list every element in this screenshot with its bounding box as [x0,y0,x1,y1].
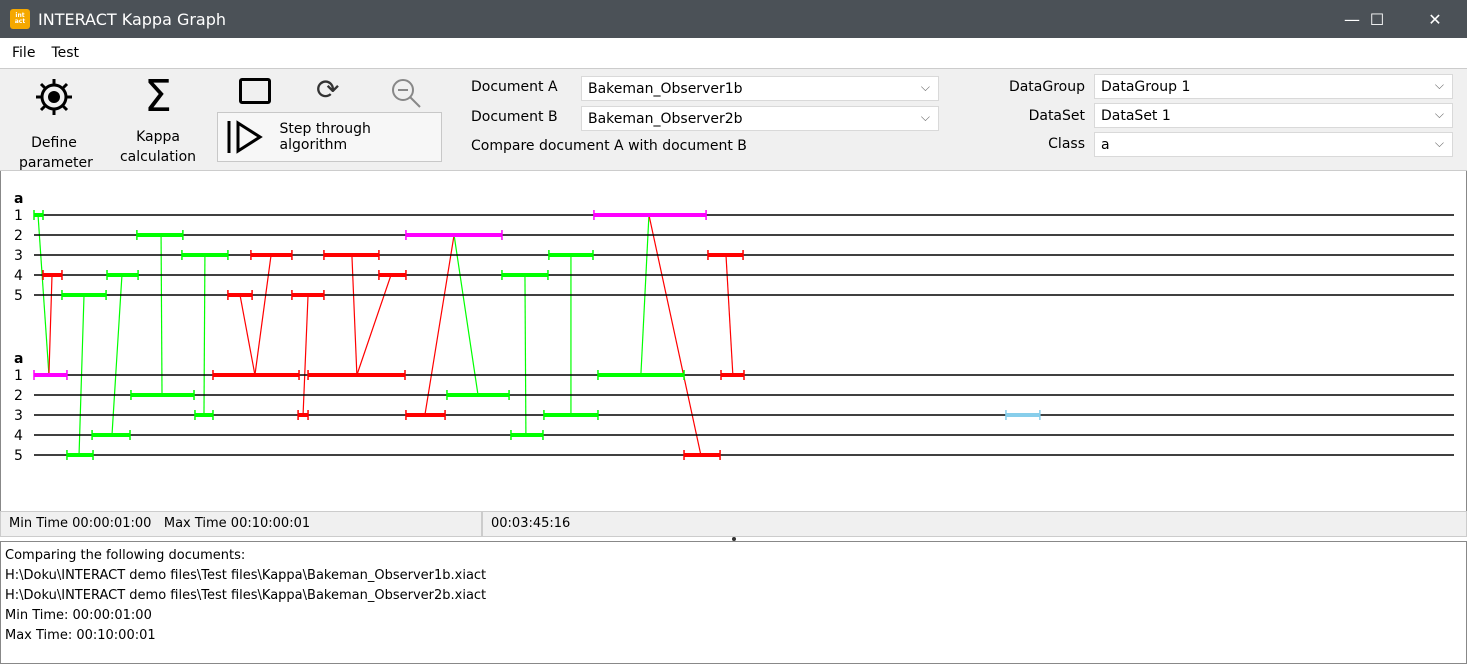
chevron-down-icon: ⌵ [920,80,930,94]
dataset-value: DataSet 1 [1101,107,1171,124]
chevron-down-icon: ⌵ [1434,107,1444,121]
match-link [254,254,272,376]
datagroup-select[interactable]: DataGroup 1 ⌵ [1094,74,1453,99]
zoom-out-icon[interactable] [390,77,422,109]
define-parameter-button[interactable]: Define parameter [12,75,96,173]
row-label: 1 [14,368,23,384]
define-parameter-label: Define parameter [19,135,93,171]
document-a-value: Bakeman_Observer1b [588,80,743,97]
match-link [424,234,455,416]
row-label: 4 [14,428,23,444]
log-line: Comparing the following documents: [5,548,246,563]
row-label: 4 [14,268,23,284]
match-link [725,254,734,376]
app-logo-icon: int act [10,9,30,29]
dataset-select[interactable]: DataSet 1 ⌵ [1094,103,1453,128]
title-bar: int act INTERACT Kappa Graph — ☐ ✕ [0,0,1467,38]
step-through-algorithm-button[interactable]: Step through algorithm [217,112,442,162]
log-line: Min Time: 00:00:01:00 [5,608,152,623]
chevron-down-icon: ⌵ [920,110,930,124]
match-link [203,254,206,416]
match-link [648,214,702,456]
compare-text: Compare document A with document B [471,138,747,154]
row-label: 2 [14,228,23,244]
menu-bar: File Test [0,38,1467,68]
match-link [111,274,123,436]
class-value: a [1101,136,1110,153]
match-link [356,274,392,376]
document-b-select[interactable]: Bakeman_Observer2b ⌵ [581,106,939,131]
step-play-icon [227,120,263,154]
log-line: Max Time: 00:10:00:01 [5,628,156,643]
match-link [453,234,479,396]
class-label: a [14,351,23,367]
match-link [351,254,358,376]
row-label: 1 [14,208,23,224]
document-a-label: Document A [471,79,558,95]
current-time-status: 00:03:45:16 [491,516,571,531]
chevron-down-icon: ⌵ [1434,78,1444,92]
status-bar: Min Time 00:00:01:00 Max Time 00:10:00:0… [0,511,1467,537]
match-link [160,234,163,396]
match-link [302,294,309,416]
menu-file[interactable]: File [12,45,35,61]
fit-screen-icon[interactable] [239,78,271,104]
class-label: Class [1048,136,1085,152]
datagroup-label: DataGroup [1008,79,1085,95]
log-output: Comparing the following documents: H:\Do… [0,541,1467,664]
document-b-value: Bakeman_Observer2b [588,110,743,127]
dataset-label: DataSet [1028,108,1085,124]
document-b-label: Document B [471,109,558,125]
match-link [239,294,256,376]
row-label: 3 [14,248,23,264]
match-link [48,274,53,376]
document-a-select[interactable]: Bakeman_Observer1b ⌵ [581,76,939,101]
datagroup-value: DataGroup 1 [1101,78,1191,95]
time-range-status: Min Time 00:00:01:00 Max Time 00:10:00:0… [1,512,483,536]
class-select[interactable]: a ⌵ [1094,132,1453,157]
window-title: INTERACT Kappa Graph [38,9,227,29]
maximize-button[interactable]: ☐ [1354,0,1400,38]
sigma-icon: Σ [144,71,172,122]
log-line: H:\Doku\INTERACT demo files\Test files\K… [5,568,487,583]
step-through-label: Step through algorithm [279,121,371,153]
chevron-down-icon: ⌵ [1434,136,1444,150]
kappa-calculation-label: Kappa calculation [119,129,197,165]
class-label: a [14,191,23,207]
toolbar: Define parameter Σ Kappa calculation ⟳ S… [0,68,1467,171]
menu-test[interactable]: Test [51,45,79,61]
row-label: 5 [14,288,23,304]
kappa-graph-canvas: a12345a12345 [14,191,1454,464]
gear-icon [36,79,72,115]
close-button[interactable]: ✕ [1412,0,1458,38]
refresh-icon[interactable]: ⟳ [316,73,339,106]
row-label: 3 [14,408,23,424]
kappa-graph[interactable]: a12345a12345 [0,171,1467,511]
kappa-calculation-button[interactable]: Σ Kappa calculation [116,75,200,167]
match-link [524,274,527,436]
log-line: H:\Doku\INTERACT demo files\Test files\K… [5,588,487,603]
row-label: 5 [14,448,23,464]
row-label: 2 [14,388,23,404]
